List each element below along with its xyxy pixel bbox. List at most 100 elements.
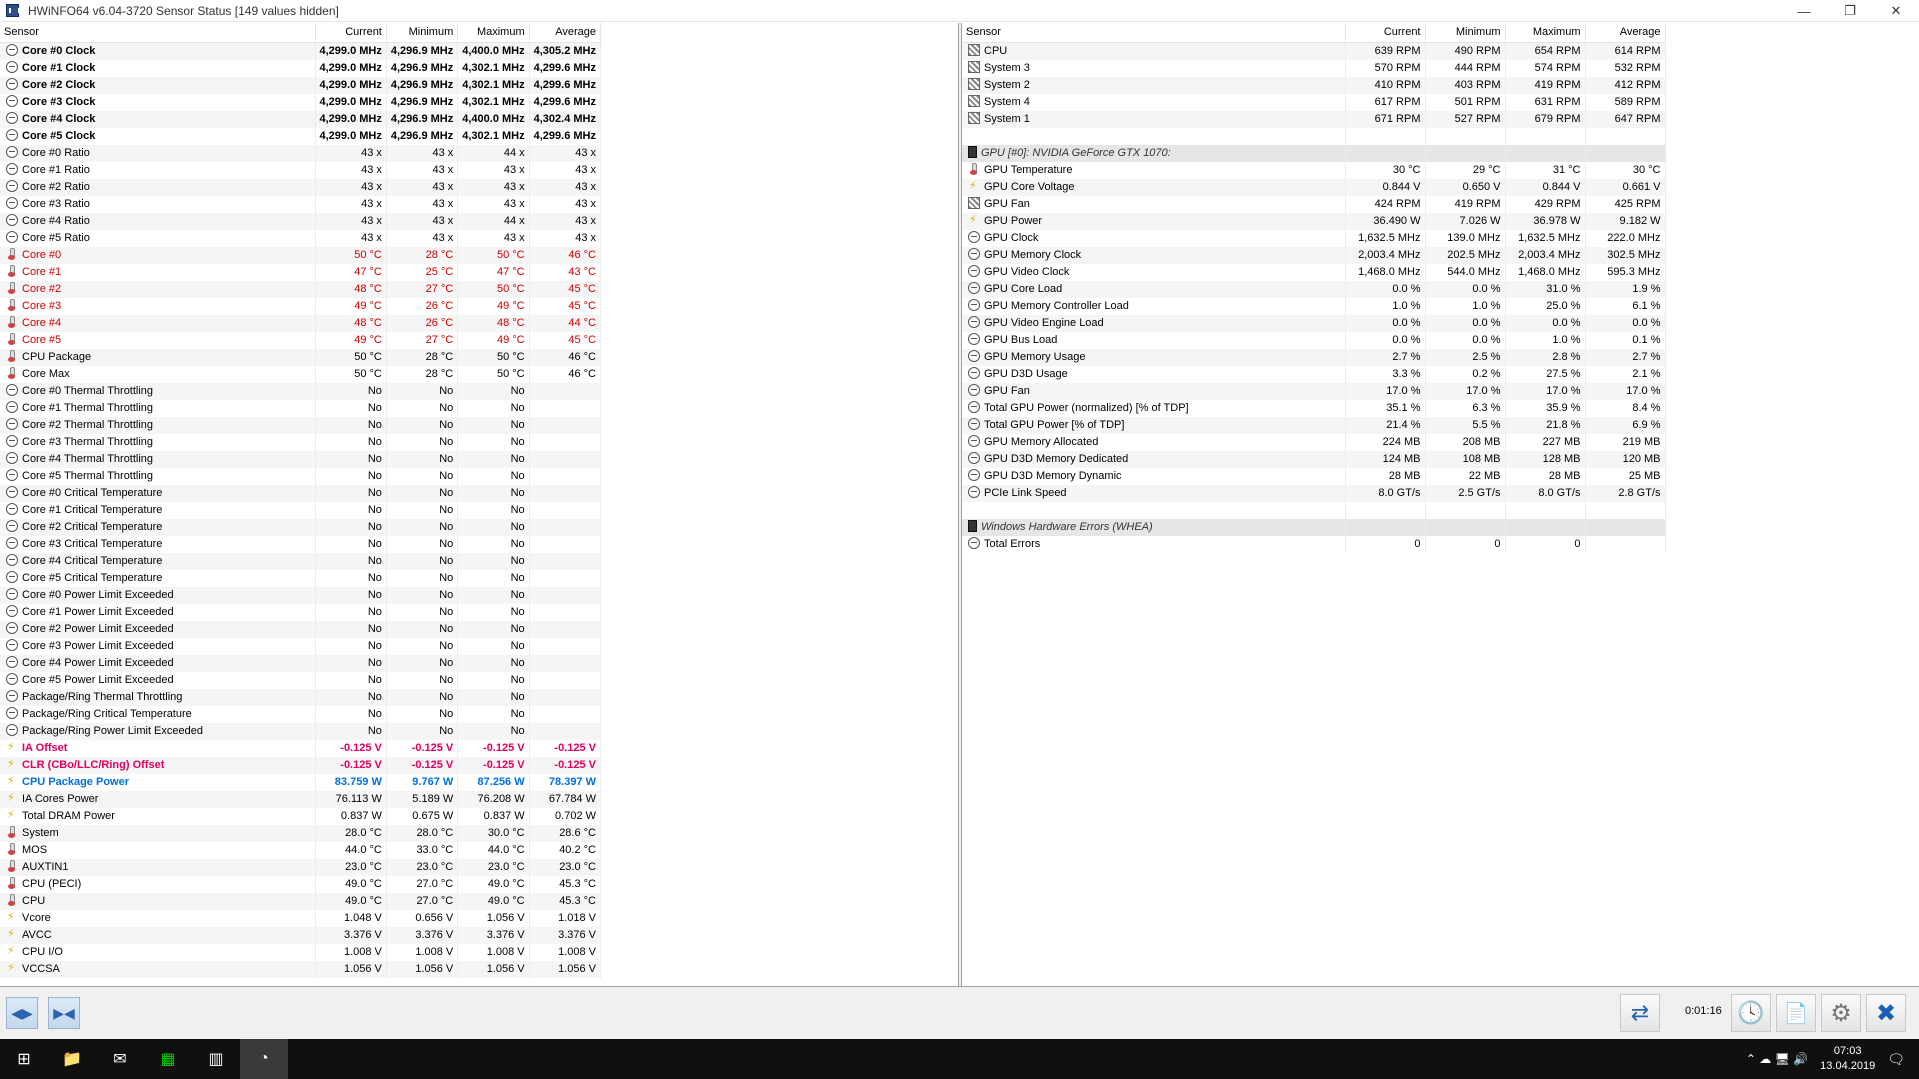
sensor-row[interactable]: Core #0 Thermal Throttling No No No [0,382,602,400]
close-sensors-icon[interactable]: ✖ [1866,994,1906,1032]
sensor-row[interactable]: GPU Memory Clock 2,003.4 MHz 202.5 MHz 2,00… [962,246,1666,264]
sensor-row[interactable]: System 3 570 RPM 444 RPM 574 RPM 532 RPM [962,59,1666,77]
sensor-row[interactable]: AUXTIN1 23.0 °C 23.0 °C 23.0 °C 23.0 °C [0,858,602,876]
sensor-row[interactable]: Core #2 Critical Temperature No No No [0,518,602,536]
start-button[interactable]: ⊞ [0,1039,48,1079]
sensor-row[interactable]: AVCC3.376 V3.376 V3.376 V3.376 V [0,926,602,944]
sensor-row[interactable]: GPU Clock 1,632.5 MHz 139.0 MHz 1,632.5 MHz… [962,229,1666,247]
sensor-row[interactable]: Core #3 Clock 4,299.0 MHz 4,296.9 MHz 4,302… [0,93,602,111]
group-header-row[interactable]: Windows Hardware Errors (WHEA) [962,518,1666,536]
sensor-row[interactable]: Core #2 Power Limit Exceeded No No No [0,620,602,638]
sensor-row[interactable]: CLR (CBo/LLC/Ring) Offset-0.125 V-0.125 … [0,756,602,774]
sensor-row[interactable]: CPU 639 RPM 490 RPM 654 RPM 614 RPM [962,42,1666,60]
sensor-row[interactable]: IA Offset-0.125 V-0.125 V-0.125 V-0.125 … [0,739,602,757]
sensor-row[interactable]: Core #5 Critical Temperature No No No [0,569,602,587]
col-header-maximum[interactable]: Maximum [457,23,530,43]
collapse-arrows-button[interactable]: ▶◀ [48,997,80,1029]
group-header-row[interactable]: GPU [#0]: NVIDIA GeForce GTX 1070: [962,144,1666,162]
sensor-row[interactable]: Vcore 1.048 V0.656 V1.056 V1.018 V [0,909,602,927]
sensor-row[interactable]: VCCSA1.056 V1.056 V1.056 V1.056 V [0,960,602,978]
sensor-row[interactable]: CPU Package 50 °C 28 °C 50 °C 46 °C [0,348,602,366]
sensor-row[interactable]: GPU Video Clock 1,468.0 MHz 544.0 MHz 1,468… [962,263,1666,281]
sensor-row[interactable]: System 4 617 RPM 501 RPM 631 RPM 589 RPM [962,93,1666,111]
sensor-row[interactable]: Core #1 Power Limit Exceeded No No No [0,603,602,621]
sensor-row[interactable]: GPU D3D Memory Dedicated 124 MB 108 MB 128 … [962,450,1666,468]
taskbar-app-calendar-icon[interactable]: ▥ [192,1039,240,1079]
sensor-row[interactable]: System 2 410 RPM 403 RPM 419 RPM 412 RPM [962,76,1666,94]
taskbar-app-green-icon[interactable]: ▦ [144,1039,192,1079]
col-header-maximum[interactable]: Maximum [1505,23,1586,43]
taskbar-clock[interactable]: 07:03 13.04.2019 [1820,1044,1875,1074]
sensor-row[interactable]: Core #0 Ratio 43 x 43 x 44 x 43 x [0,144,602,162]
col-header-average[interactable]: Average [1585,23,1666,43]
sensor-row[interactable]: Core #2 Clock 4,299.0 MHz 4,296.9 MHz 4,302… [0,76,602,94]
col-header-minimum[interactable]: Minimum [1425,23,1506,43]
sensor-row[interactable]: Core #3 Critical Temperature No No No [0,535,602,553]
sensor-row[interactable]: Core #1 Ratio 43 x 43 x 43 x 43 x [0,161,602,179]
sensor-row[interactable]: Core #3 49 °C 26 °C 49 °C 45 °C [0,297,602,315]
minimize-button[interactable]: — [1781,0,1827,22]
sensor-row[interactable]: Total DRAM Power0.837 W0.675 W0.837 W0.7… [0,807,602,825]
sensor-row[interactable]: GPU Fan 424 RPM 419 RPM 429 RPM 425 RPM [962,195,1666,213]
taskbar-hwinfo-icon[interactable]: ◔ [240,1039,288,1079]
sensor-row[interactable]: Core #5 Ratio 43 x 43 x 43 x 43 x [0,229,602,247]
col-header-minimum[interactable]: Minimum [386,23,459,43]
col-header-sensor[interactable]: Sensor [962,23,1346,43]
sensor-row[interactable]: Core #5 Clock 4,299.0 MHz 4,296.9 MHz 4,302… [0,127,602,145]
sensor-row[interactable]: GPU Bus Load 0.0 % 0.0 % 1.0 % 0.1 % [962,331,1666,349]
sensor-row[interactable]: Core #0 50 °C 28 °C 50 °C 46 °C [0,246,602,264]
sensor-row[interactable]: Core #1 Clock 4,299.0 MHz 4,296.9 MHz 4,302… [0,59,602,77]
sensor-row[interactable]: CPU I/O1.008 V1.008 V1.008 V1.008 V [0,943,602,961]
sensor-row[interactable]: Core #5 Power Limit Exceeded No No No [0,671,602,689]
sensor-row[interactable]: GPU Video Engine Load 0.0 % 0.0 % 0.0 % 0.0 … [962,314,1666,332]
sensor-row[interactable]: GPU Core Load 0.0 % 0.0 % 31.0 % 1.9 % [962,280,1666,298]
sensor-row[interactable]: IA Cores Power 76.113 W5.189 W76.208 W67.… [0,790,602,808]
sensor-row[interactable]: Package/Ring Thermal Throttling No No No [0,688,602,706]
sensor-row[interactable]: Core #4 Thermal Throttling No No No [0,450,602,468]
col-header-sensor[interactable]: Sensor [0,23,316,43]
report-icon[interactable]: 📄 [1776,994,1816,1032]
col-header-current[interactable]: Current [315,23,387,43]
sensor-row[interactable]: Total Errors 0 0 0 [962,535,1666,553]
tray-icons[interactable]: ⌃ ☁ 🖥 🔊 [1746,1052,1808,1066]
sensor-row[interactable]: Core #4 Ratio 43 x 43 x 44 x 43 x [0,212,602,230]
sensor-row[interactable] [962,127,1666,145]
sensor-row[interactable]: PCIe Link Speed 8.0 GT/s 2.5 GT/s 8.0 GT/s 2… [962,484,1666,502]
taskbar-explorer-icon[interactable]: 📁 [48,1039,96,1079]
refresh-icon[interactable]: ⇄ [1620,994,1660,1032]
sensor-row[interactable]: Core #4 Critical Temperature No No No [0,552,602,570]
sensor-row[interactable]: CPU 49.0 °C 27.0 °C 49.0 °C 45.3 °C [0,892,602,910]
sensor-row[interactable]: Core #1 Thermal Throttling No No No [0,399,602,417]
sensor-row[interactable]: GPU Memory Usage 2.7 % 2.5 % 2.8 % 2.7 % [962,348,1666,366]
left-sensor-panel[interactable]: Sensor Current Minimum Maximum Average C… [0,23,958,986]
settings-icon[interactable]: ⚙ [1821,994,1861,1032]
sensor-row[interactable]: Core #4 Power Limit Exceeded No No No [0,654,602,672]
sensor-row[interactable]: Core #2 Thermal Throttling No No No [0,416,602,434]
sensor-row[interactable]: Core #1 47 °C 25 °C 47 °C 43 °C [0,263,602,281]
close-window-button[interactable]: ✕ [1873,0,1919,22]
sensor-row[interactable]: Total GPU Power [% of TDP] 21.4 % 5.5 % 21.… [962,416,1666,434]
sensor-row[interactable]: GPU D3D Memory Dynamic 28 MB 22 MB 28 MB 25 … [962,467,1666,485]
sensor-row[interactable]: GPU Core Voltage0.844 V0.650 V0.844 V0.6… [962,178,1666,196]
sensor-row[interactable]: CPU (PECI) 49.0 °C 27.0 °C 49.0 °C 45.3 °C [0,875,602,893]
sensor-row[interactable]: GPU D3D Usage 3.3 % 0.2 % 27.5 % 2.1 % [962,365,1666,383]
expand-arrows-button[interactable]: ◀▶ [6,997,38,1029]
sensor-row[interactable]: Package/Ring Critical Temperature No No No [0,705,602,723]
sensor-row[interactable]: GPU Memory Controller Load 1.0 % 1.0 % 25.0… [962,297,1666,315]
sensor-row[interactable]: Core #4 Clock 4,299.0 MHz 4,296.9 MHz 4,400… [0,110,602,128]
sensor-row[interactable]: Total GPU Power (normalized) [% of TDP] 3… [962,399,1666,417]
right-sensor-panel[interactable]: Sensor Current Minimum Maximum Average C… [962,23,1919,986]
sensor-row[interactable]: MOS 44.0 °C 33.0 °C 44.0 °C 40.2 °C [0,841,602,859]
sensor-row[interactable]: Core #2 Ratio 43 x 43 x 43 x 43 x [0,178,602,196]
sensor-row[interactable]: System 28.0 °C 28.0 °C 30.0 °C 28.6 °C [0,824,602,842]
sensor-row[interactable]: Core #1 Critical Temperature No No No [0,501,602,519]
notification-icon[interactable]: 🗨 [1887,1051,1905,1068]
col-header-average[interactable]: Average [529,23,602,43]
sensor-row[interactable]: Core #3 Thermal Throttling No No No [0,433,602,451]
sensor-row[interactable]: Core #4 48 °C 26 °C 48 °C 44 °C [0,314,602,332]
sensor-row[interactable]: Core #0 Power Limit Exceeded No No No [0,586,602,604]
sensor-row[interactable]: Core #5 49 °C 27 °C 49 °C 45 °C [0,331,602,349]
sensor-row[interactable]: Package/Ring Power Limit Exceeded No No No [0,722,602,740]
maximize-button[interactable]: ❐ [1827,0,1873,22]
sensor-row[interactable]: Core #0 Critical Temperature No No No [0,484,602,502]
